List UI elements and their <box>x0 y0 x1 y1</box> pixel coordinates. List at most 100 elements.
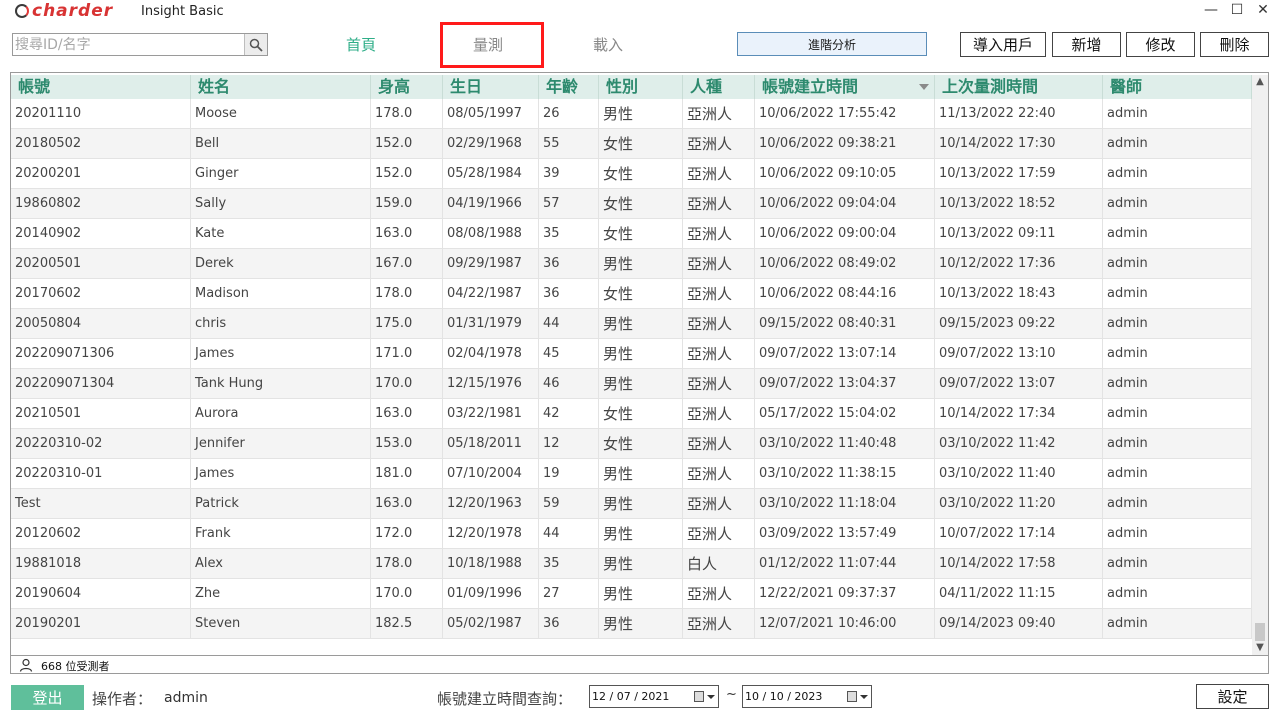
table-row[interactable]: 20190201 Steven 182.5 05/02/1987 36 男性 亞洲人 12/0… <box>11 609 1252 639</box>
cell-account: 20220310-02 <box>11 429 191 459</box>
logout-button[interactable]: 登出 <box>11 685 84 710</box>
cell-age: 55 <box>539 129 599 159</box>
tab-home[interactable]: 首頁 <box>346 34 376 55</box>
cell-name: Alex <box>191 549 371 579</box>
cell-name: James <box>191 459 371 489</box>
cell-gender: 男性 <box>599 489 683 519</box>
search-input[interactable] <box>15 35 243 54</box>
advanced-analysis-button[interactable]: 進階分析 <box>737 32 927 56</box>
column-header-last-measured[interactable]: 上次量測時間 <box>935 75 1103 99</box>
edit-button[interactable]: 修改 <box>1126 32 1195 57</box>
cell-account: 20050804 <box>11 309 191 339</box>
cell-created-time: 05/17/2022 15:04:02 <box>755 399 935 429</box>
scroll-down-icon[interactable]: ▼ <box>1252 641 1268 655</box>
cell-last-measured: 10/14/2022 17:34 <box>935 399 1103 429</box>
cell-doctor: admin <box>1103 219 1252 249</box>
cell-name: Bell <box>191 129 371 159</box>
operator-value: admin <box>164 690 208 706</box>
column-header-label: 帳號建立時間 <box>762 77 859 96</box>
maximize-icon[interactable]: ☐ <box>1230 2 1244 18</box>
cell-name: Sally <box>191 189 371 219</box>
cell-created-time: 10/06/2022 09:38:21 <box>755 129 935 159</box>
cell-created-time: 10/06/2022 17:55:42 <box>755 99 935 129</box>
column-header-height[interactable]: 身高 <box>371 75 443 99</box>
cell-gender: 女性 <box>599 399 683 429</box>
column-header-label: 年齡 <box>546 77 579 96</box>
table-row[interactable]: 20200201 Ginger 152.0 05/28/1984 39 女性 亞洲人 10/0… <box>11 159 1252 189</box>
table-row[interactable]: 20050804 chris 175.0 01/31/1979 44 男性 亞洲人 09/15… <box>11 309 1252 339</box>
cell-age: 35 <box>539 219 599 249</box>
tab-load[interactable]: 載入 <box>593 34 623 55</box>
table-row[interactable]: 20120602 Frank 172.0 12/20/1978 44 男性 亞洲人 03/09… <box>11 519 1252 549</box>
column-header-ethnicity[interactable]: 人種 <box>683 75 755 99</box>
cell-ethnicity: 亞洲人 <box>683 489 755 519</box>
cell-age: 45 <box>539 339 599 369</box>
table-row[interactable]: 20190604 Zhe 170.0 01/09/1996 27 男性 亞洲人 12/22/2… <box>11 579 1252 609</box>
table-row[interactable]: 19881018 Alex 178.0 10/18/1988 35 男性 白人 01/12/2… <box>11 549 1252 579</box>
cell-doctor: admin <box>1103 549 1252 579</box>
table-row[interactable]: Test Patrick 163.0 12/20/1963 59 男性 亞洲人 03/10/2… <box>11 489 1252 519</box>
calendar-icon[interactable] <box>847 691 857 702</box>
table-row[interactable]: 20170602 Madison 178.0 04/22/1987 36 女性 亞洲人 10/… <box>11 279 1252 309</box>
logo-text: charder <box>32 1 114 21</box>
cell-ethnicity: 亞洲人 <box>683 519 755 549</box>
table-row[interactable]: 202209071304 Tank Hung 170.0 12/15/1976 46 男性… <box>11 369 1252 399</box>
search-icon <box>249 38 263 52</box>
cell-height: 171.0 <box>371 339 443 369</box>
minimize-icon[interactable]: — <box>1204 2 1218 18</box>
cell-height: 175.0 <box>371 309 443 339</box>
column-header-gender[interactable]: 性別 <box>599 75 683 99</box>
column-header-account[interactable]: 帳號 <box>11 75 191 99</box>
import-user-button[interactable]: 導入用戶 <box>960 32 1046 57</box>
column-header-created-time[interactable]: 帳號建立時間 <box>755 75 935 99</box>
cell-age: 12 <box>539 429 599 459</box>
column-header-age[interactable]: 年齡 <box>539 75 599 99</box>
table-row[interactable]: 20220310-01 James 181.0 07/10/2004 19 男性 亞洲人 03… <box>11 459 1252 489</box>
cell-account: 20200201 <box>11 159 191 189</box>
table-row[interactable]: 20180502 Bell 152.0 02/29/1968 55 女性 亞洲人 10/06/… <box>11 129 1252 159</box>
cell-doctor: admin <box>1103 339 1252 369</box>
delete-button[interactable]: 刪除 <box>1200 32 1269 57</box>
sort-descending-icon[interactable] <box>919 84 929 90</box>
cell-created-time: 09/07/2022 13:04:37 <box>755 369 935 399</box>
vertical-scrollbar[interactable]: ▲ ▼ <box>1252 75 1268 655</box>
table-row[interactable]: 20210501 Aurora 163.0 03/22/1981 42 女性 亞洲人 05/1… <box>11 399 1252 429</box>
table-row[interactable]: 20220310-02 Jennifer 153.0 05/18/2011 12 女性 亞洲… <box>11 429 1252 459</box>
cell-doctor: admin <box>1103 459 1252 489</box>
cell-age: 57 <box>539 189 599 219</box>
date-to-picker[interactable]: 10 / 10 / 2023 <box>742 685 872 708</box>
cell-name: Patrick <box>191 489 371 519</box>
cell-doctor: admin <box>1103 129 1252 159</box>
table-row[interactable]: 20200501 Derek 167.0 09/29/1987 36 男性 亞洲人 10/06… <box>11 249 1252 279</box>
scroll-up-icon[interactable]: ▲ <box>1252 75 1268 89</box>
calendar-icon[interactable] <box>694 691 704 702</box>
table-row[interactable]: 19860802 Sally 159.0 04/19/1966 57 女性 亞洲人 10/06… <box>11 189 1252 219</box>
cell-created-time: 09/07/2022 13:07:14 <box>755 339 935 369</box>
cell-doctor: admin <box>1103 489 1252 519</box>
table-row[interactable]: 202209071306 James 171.0 02/04/1978 45 男性 亞洲人 0… <box>11 339 1252 369</box>
scrollbar-thumb[interactable] <box>1255 623 1265 641</box>
chevron-down-icon[interactable] <box>860 695 868 699</box>
table-header: 帳號 姓名 身高 生日 年齡 性別 人種 帳號建立時間 上次量測時間 醫師 <box>11 75 1252 99</box>
date-from-picker[interactable]: 12 / 07 / 2021 <box>589 685 719 708</box>
cell-account: 20200501 <box>11 249 191 279</box>
date-from-value: 12 / 07 / 2021 <box>592 690 670 703</box>
table-row[interactable]: 20140902 Kate 163.0 08/08/1988 35 女性 亞洲人 10/06/… <box>11 219 1252 249</box>
add-button[interactable]: 新增 <box>1052 32 1121 57</box>
column-header-name[interactable]: 姓名 <box>191 75 371 99</box>
cell-height: 163.0 <box>371 219 443 249</box>
cell-account: 19881018 <box>11 549 191 579</box>
table-row[interactable]: 20201110 Moose 178.0 08/05/1997 26 男性 亞洲人 10/06… <box>11 99 1252 129</box>
column-header-doctor[interactable]: 醫師 <box>1103 75 1252 99</box>
cell-gender: 女性 <box>599 279 683 309</box>
close-icon[interactable]: ✕ <box>1256 2 1270 18</box>
cell-birthday: 09/29/1987 <box>443 249 539 279</box>
cell-ethnicity: 亞洲人 <box>683 459 755 489</box>
cell-age: 39 <box>539 159 599 189</box>
column-header-birthday[interactable]: 生日 <box>443 75 539 99</box>
chevron-down-icon[interactable] <box>707 695 715 699</box>
search-button[interactable] <box>244 34 267 55</box>
cell-height: 178.0 <box>371 279 443 309</box>
settings-button[interactable]: 設定 <box>1196 684 1269 709</box>
cell-last-measured: 10/07/2022 17:14 <box>935 519 1103 549</box>
